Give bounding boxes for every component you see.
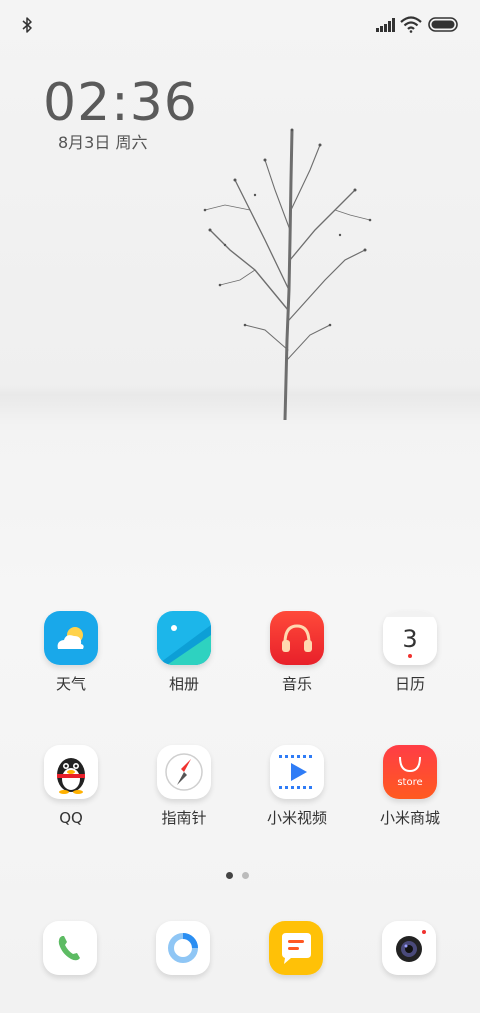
app-mi-video[interactable]: 小米视频	[242, 745, 352, 845]
camera-icon[interactable]	[382, 921, 436, 975]
qq-penguin-icon[interactable]	[44, 745, 98, 799]
video-play-icon[interactable]	[270, 745, 324, 799]
weather-icon[interactable]	[44, 611, 98, 665]
mi-store-icon[interactable]: store	[383, 745, 437, 799]
phone-icon[interactable]	[43, 921, 97, 975]
app-label: 天气	[55, 675, 86, 693]
app-weather[interactable]: 天气	[16, 611, 126, 711]
page-dot-active[interactable]	[226, 872, 233, 879]
app-mi-store[interactable]: store 小米商城	[355, 745, 465, 845]
app-qq[interactable]: QQ	[16, 745, 126, 845]
app-label: 相册	[168, 675, 199, 693]
store-badge-text: store	[397, 777, 422, 788]
tree-wallpaper-image	[203, 128, 372, 420]
compass-icon[interactable]	[157, 745, 211, 799]
app-label: 小米视频	[266, 809, 327, 827]
page-indicator	[226, 872, 256, 882]
cellular-signal-icon	[376, 18, 395, 32]
browser-icon[interactable]	[156, 921, 210, 975]
lockscreen-date: 8月3日 周六	[58, 133, 148, 152]
calendar-icon[interactable]: 3	[383, 611, 437, 665]
calendar-day: 3	[402, 625, 417, 653]
app-label: 小米商城	[379, 809, 440, 827]
app-gallery[interactable]: 相册	[129, 611, 239, 711]
wifi-icon	[400, 16, 422, 33]
app-label: QQ	[59, 809, 83, 827]
app-compass[interactable]: 指南针	[129, 745, 239, 845]
lockscreen-clock: 02:36	[43, 73, 198, 133]
app-label: 日历	[394, 675, 425, 693]
app-label: 指南针	[161, 809, 207, 827]
gallery-icon[interactable]	[157, 611, 211, 665]
page-dot-inactive[interactable]	[242, 872, 249, 879]
music-icon[interactable]	[270, 611, 324, 665]
messages-icon[interactable]	[269, 921, 323, 975]
app-label: 音乐	[281, 675, 312, 693]
status-bar	[0, 0, 480, 50]
app-music[interactable]: 音乐	[242, 611, 352, 711]
bluetooth-icon	[22, 17, 32, 33]
app-calendar[interactable]: 3 日历	[355, 611, 465, 711]
battery-icon	[428, 17, 458, 32]
